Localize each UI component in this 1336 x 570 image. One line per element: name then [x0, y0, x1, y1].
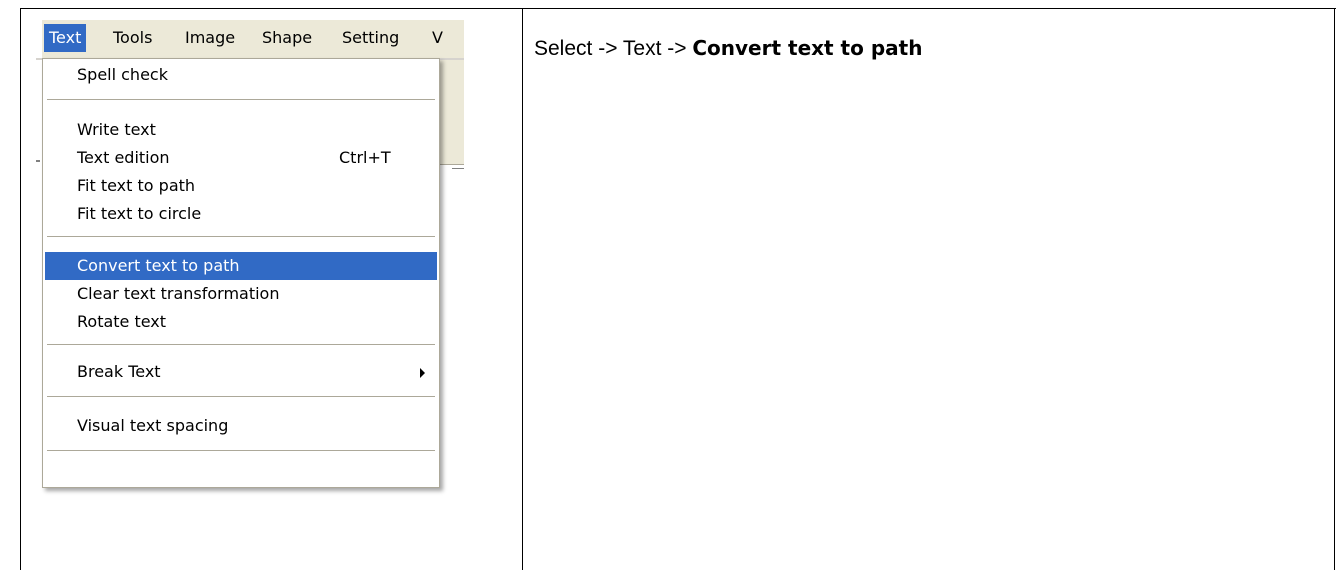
text-menu-dropdown: Spell check Write text Text edition Ctrl+… — [42, 58, 440, 488]
menu-item-fit-text-to-path[interactable]: Fit text to path — [45, 172, 437, 200]
table-column-divider — [522, 8, 523, 570]
table-border-top — [20, 8, 1336, 9]
menu-tools[interactable]: Tools — [108, 24, 157, 52]
document-table: Select -> Text -> Convert text to path T… — [0, 0, 1336, 570]
menu-item-fit-text-to-circle[interactable]: Fit text to circle — [45, 200, 437, 228]
menu-view-partial[interactable]: V — [427, 24, 448, 52]
window-edge-mark — [36, 160, 40, 162]
menu-item-label: Rotate text — [77, 312, 167, 331]
menu-item-label: Break Text — [77, 362, 161, 381]
menu-item-label: Visual text spacing — [77, 416, 229, 435]
menu-text[interactable]: Text — [44, 24, 87, 52]
menu-separator — [47, 450, 435, 451]
menu-item-label: Clear text transformation — [77, 284, 280, 303]
table-border-left — [20, 8, 21, 570]
menu-shape[interactable]: Shape — [257, 24, 317, 52]
menu-separator — [47, 236, 435, 237]
menu-separator — [47, 344, 435, 345]
menu-separator — [47, 396, 435, 397]
menu-item-rotate-text[interactable]: Rotate text — [45, 308, 437, 336]
menu-item-write-text[interactable]: Write text — [45, 116, 437, 144]
menu-item-clear-text-transformation[interactable]: Clear text transformation — [45, 280, 437, 308]
menu-item-convert-text-to-path[interactable]: Convert text to path — [45, 252, 437, 280]
menu-item-label: Fit text to circle — [77, 204, 202, 223]
menu-setting[interactable]: Setting — [337, 24, 404, 52]
menu-item-label: Spell check — [77, 65, 168, 84]
menu-screenshot: Text Tools Image Shape Setting V Spell c… — [36, 20, 464, 520]
menu-item-break-text[interactable]: Break Text — [45, 358, 437, 386]
instruction-emphasis: Convert text to path — [692, 36, 923, 60]
menu-bar: Text Tools Image Shape Setting V — [42, 20, 464, 58]
menu-item-spell-check[interactable]: Spell check — [45, 61, 437, 89]
menu-item-shortcut: Ctrl+T — [339, 148, 391, 167]
instruction-text: Select -> Text -> Convert text to path — [534, 36, 922, 61]
menu-item-label: Text edition — [77, 148, 170, 167]
menu-item-visual-text-spacing[interactable]: Visual text spacing — [45, 412, 437, 440]
menu-item-text-edition[interactable]: Text edition Ctrl+T — [45, 144, 437, 172]
window-edge-mark-right — [452, 168, 464, 169]
menu-separator — [47, 99, 435, 100]
menu-item-label: Write text — [77, 120, 156, 139]
menu-image[interactable]: Image — [180, 24, 240, 52]
submenu-arrow-icon — [420, 368, 425, 378]
table-border-right — [1334, 8, 1335, 570]
instruction-prefix: Select -> Text -> — [534, 37, 693, 60]
menu-item-label: Fit text to path — [77, 176, 196, 195]
menu-item-label: Convert text to path — [77, 256, 240, 275]
